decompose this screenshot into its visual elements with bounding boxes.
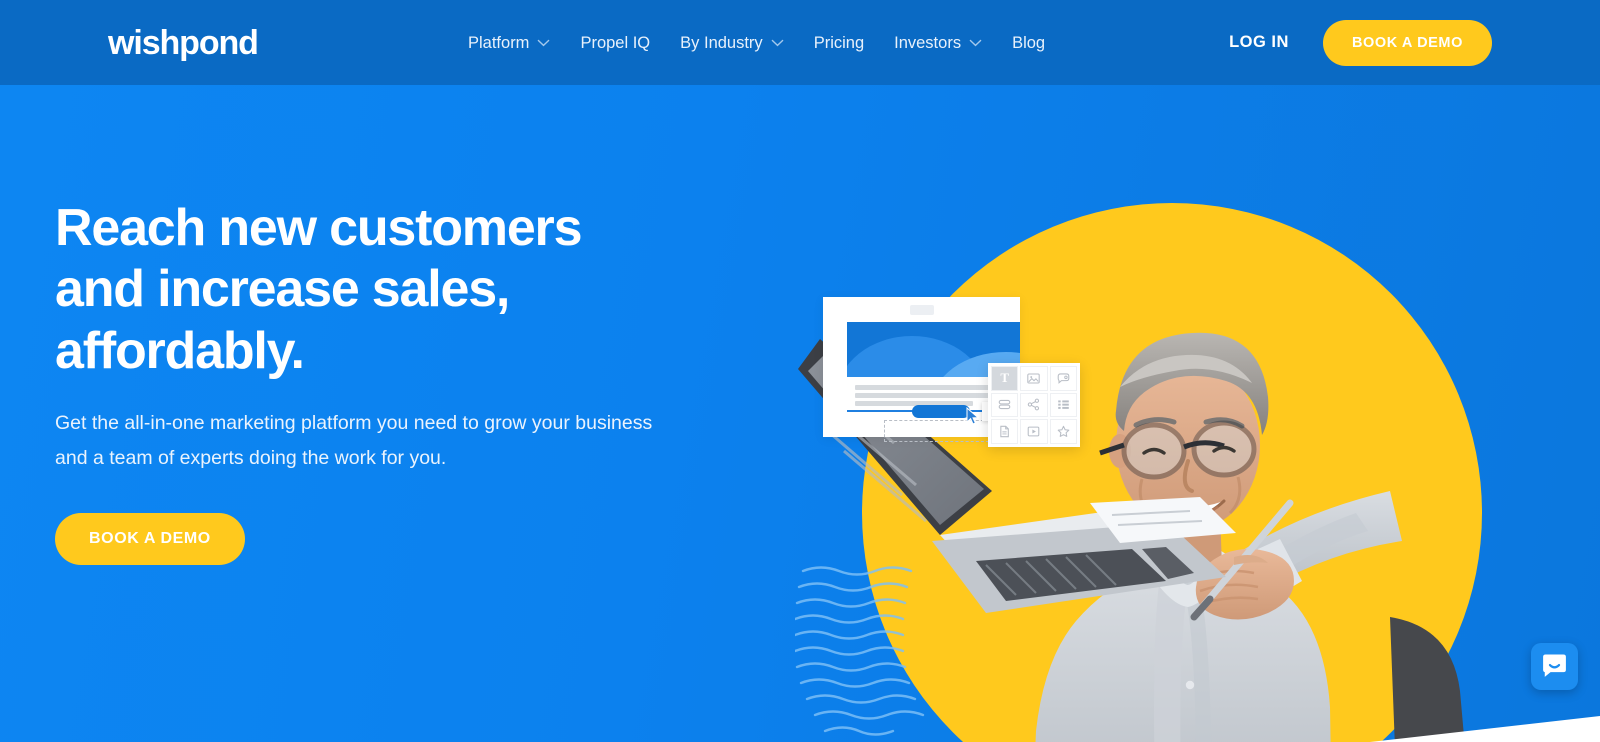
chevron-down-icon (537, 39, 550, 47)
hero-book-a-demo-button[interactable]: BOOK A DEMO (55, 513, 245, 566)
mouse-cursor-icon (966, 407, 980, 425)
tag-icon[interactable] (1049, 366, 1077, 391)
mockup-cta-pill (912, 405, 970, 418)
nav-item-investors[interactable]: Investors (894, 34, 982, 51)
mockup-text-line (855, 393, 995, 398)
chat-bubble-icon (1543, 654, 1566, 677)
nav-item-label: Propel IQ (580, 33, 651, 52)
nav-item-propel-iq[interactable]: Propel IQ (580, 34, 650, 51)
editor-icon-palette[interactable]: T (988, 363, 1080, 447)
nav-item-label: Blog (1012, 33, 1046, 52)
nav-item-blog[interactable]: Blog (1012, 34, 1045, 51)
top-navigation-bar: wishpond Platform Propel IQ By Industry … (0, 0, 1600, 85)
mockup-text-line (855, 385, 995, 390)
share-icon[interactable] (1020, 392, 1048, 418)
nav-item-label: By Industry (680, 33, 763, 52)
headline-line-2: and increase sales, (55, 260, 510, 319)
mockup-tab (909, 305, 934, 315)
primary-nav: Platform Propel IQ By Industry Pricing I… (468, 34, 1075, 51)
headline-line-1: Reach new customers (55, 199, 583, 257)
nav-item-label: Pricing (813, 33, 865, 52)
video-icon[interactable] (1020, 419, 1048, 444)
chat-launcher-button[interactable] (1531, 643, 1578, 690)
nav-item-label: Investors (894, 33, 962, 52)
image-icon[interactable] (1020, 366, 1048, 391)
hero-section: T T (0, 85, 1600, 742)
nav-actions: LOG IN BOOK A DEMO (1229, 19, 1492, 66)
chevron-down-icon (969, 39, 982, 47)
button-icon[interactable] (991, 392, 1019, 418)
nav-item-pricing[interactable]: Pricing (814, 34, 864, 51)
grid-icon[interactable] (1049, 392, 1077, 418)
page-title: Reach new customers and increase sales, … (55, 198, 715, 382)
text-icon[interactable]: T (991, 366, 1019, 391)
nav-item-by-industry[interactable]: By Industry (680, 34, 784, 51)
page-root: wishpond Platform Propel IQ By Industry … (0, 0, 1600, 742)
headline-line-3: affordably. (55, 321, 305, 380)
section-divider-wedge (1370, 716, 1600, 742)
chevron-down-icon (771, 39, 784, 47)
hero-copy-block: Reach new customers and increase sales, … (55, 198, 715, 566)
nav-item-platform[interactable]: Platform (468, 34, 550, 51)
nav-book-a-demo-button[interactable]: BOOK A DEMO (1322, 19, 1492, 66)
document-icon[interactable] (991, 419, 1019, 444)
star-icon[interactable] (1049, 419, 1077, 444)
hero-subheading: Get the all-in-one marketing platform yo… (55, 412, 653, 469)
wishpond-logo[interactable]: wishpond (108, 26, 259, 60)
login-link[interactable]: LOG IN (1229, 33, 1289, 52)
nav-item-label: Platform (468, 33, 530, 52)
